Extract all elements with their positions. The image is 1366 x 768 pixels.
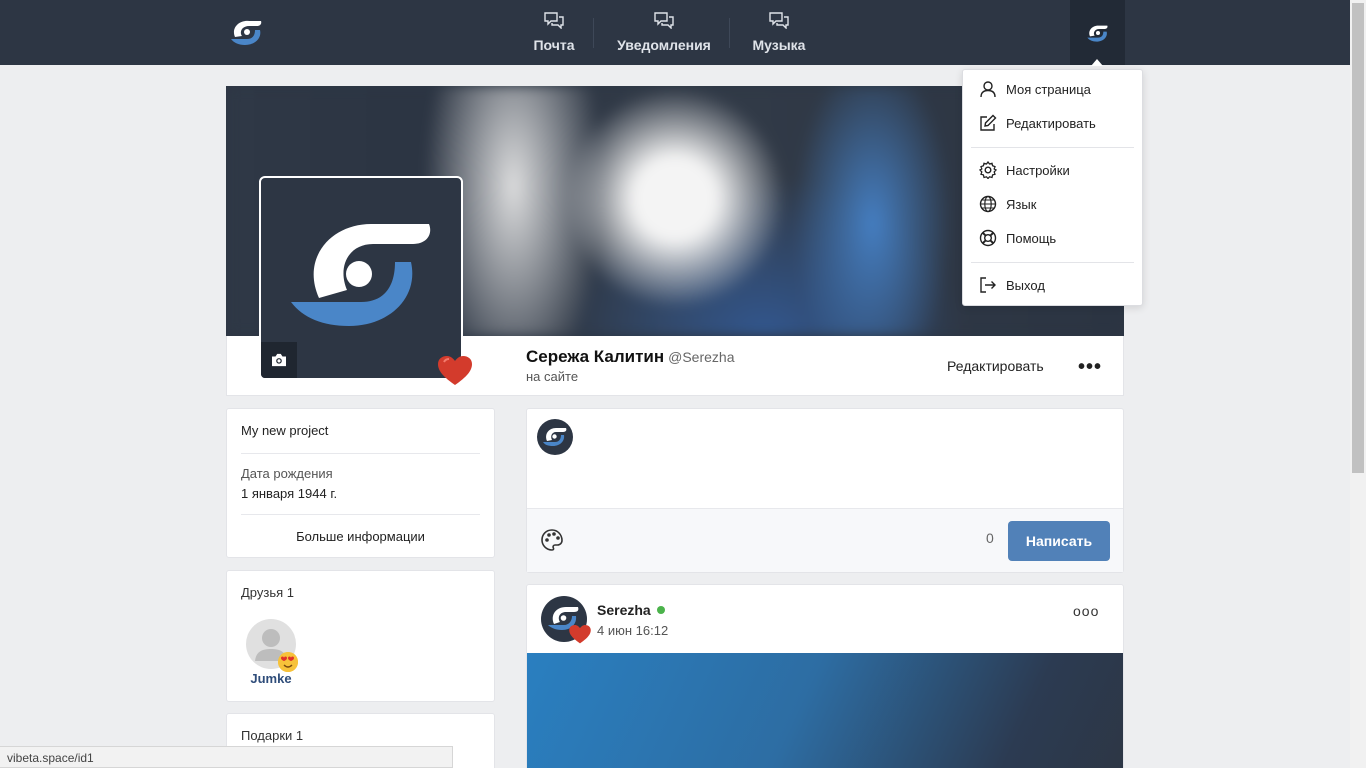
nav-mail[interactable]: Почта [528, 0, 580, 65]
profile-name: Сережа Калитин @Serezha [526, 347, 734, 367]
publish-button[interactable]: Написать [1008, 521, 1110, 561]
page-scrollbar[interactable] [1350, 0, 1366, 768]
friends-title[interactable]: Друзья 1 [241, 585, 294, 600]
menu-item-label: Помощь [1006, 230, 1057, 246]
nav-divider [593, 18, 594, 48]
nav-mail-label: Почта [533, 37, 575, 53]
lifebuoy-icon [979, 229, 997, 247]
love-emoji-icon [278, 652, 298, 672]
menu-item-help[interactable]: Помощь [963, 223, 1142, 253]
nav-music-label: Музыка [752, 37, 806, 53]
menu-item-logout[interactable]: Выход [963, 270, 1142, 300]
profile-info-card: My new project Дата рождения 1 января 19… [226, 408, 495, 558]
nav-notifications-label: Уведомления [617, 37, 711, 53]
divider [241, 453, 480, 454]
menu-item-label: Настройки [1006, 162, 1070, 178]
edit-icon [980, 114, 997, 131]
gifts-title[interactable]: Подарки 1 [241, 728, 303, 743]
profile-about: My new project [241, 423, 329, 438]
edit-profile-button[interactable]: Редактировать [947, 358, 1044, 374]
char-counter: 0 [986, 530, 994, 546]
composer-toolbar: 0 Написать [527, 508, 1123, 572]
profile-handle: @Serezha [668, 349, 735, 365]
menu-item-settings[interactable]: Настройки [963, 155, 1142, 185]
menu-item-label: Язык [1006, 196, 1037, 212]
menu-item-label: Выход [1006, 277, 1045, 293]
menu-item-language[interactable]: Язык [963, 189, 1142, 219]
post-image[interactable] [527, 653, 1123, 768]
post-author[interactable]: Serezha [597, 602, 665, 618]
logo-icon[interactable] [229, 16, 265, 48]
profile-avatar[interactable] [259, 176, 463, 380]
logo-icon [543, 428, 567, 446]
profile-name-text: Сережа Калитин [526, 347, 665, 366]
palette-icon[interactable] [541, 529, 563, 551]
top-navbar: Почта Уведомления Музыка [0, 0, 1350, 66]
friend-name[interactable]: Jumke [245, 671, 297, 686]
wall-post: Serezha 4 июн 16:12 ooo [526, 584, 1124, 768]
divider [241, 514, 480, 515]
change-photo-button[interactable] [261, 342, 297, 378]
profile-more-button[interactable]: ••• [1078, 356, 1102, 379]
scrollbar-thumb[interactable] [1352, 3, 1364, 473]
menu-divider [971, 147, 1134, 148]
menu-item-label: Моя страница [1006, 81, 1091, 97]
user-icon [980, 81, 996, 98]
chat-icon [769, 12, 789, 29]
browser-status-bar: vibeta.space/id1 [0, 746, 453, 768]
camera-icon [272, 353, 286, 367]
menu-item-label: Редактировать [1006, 115, 1096, 131]
chat-icon [544, 12, 564, 29]
friend-item[interactable]: Jumke [245, 619, 298, 686]
online-indicator [656, 606, 665, 614]
online-status: на сайте [526, 369, 579, 384]
logo-icon [1086, 25, 1108, 42]
nav-music[interactable]: Музыка [748, 0, 810, 65]
globe-icon [979, 195, 997, 213]
friends-card: Друзья 1 Jumke [226, 570, 495, 702]
profile-menu-button[interactable] [1070, 0, 1125, 66]
chat-icon [654, 12, 674, 29]
more-info-button[interactable]: Больше информации [227, 529, 494, 544]
menu-item-my-page[interactable]: Моя страница [963, 74, 1142, 104]
composer-avatar [537, 419, 573, 455]
heart-icon [438, 356, 472, 385]
profile-dropdown-menu: Моя страница Редактировать Настройки Язы… [962, 69, 1143, 306]
nav-divider [729, 18, 730, 48]
heart-icon [569, 625, 591, 644]
post-author-name[interactable]: Serezha [597, 602, 651, 618]
menu-item-edit[interactable]: Редактировать [963, 108, 1142, 138]
post-date[interactable]: 4 июн 16:12 [597, 623, 668, 638]
post-composer: 0 Написать [526, 408, 1124, 573]
menu-divider [971, 262, 1134, 263]
logout-icon [980, 277, 996, 293]
post-more-button[interactable]: ooo [1073, 603, 1099, 619]
nav-notifications[interactable]: Уведомления [612, 0, 716, 65]
birthday-value: 1 января 1944 г. [241, 486, 338, 501]
gear-icon [979, 161, 997, 179]
birthday-label: Дата рождения [241, 466, 333, 481]
dropdown-arrow [1091, 59, 1103, 66]
